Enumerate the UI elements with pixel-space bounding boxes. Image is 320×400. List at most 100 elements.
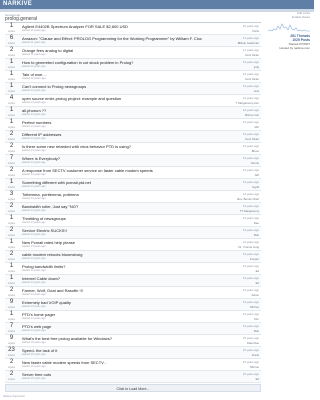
thread-row[interactable]: 2 replies Farmer, Wolf, Goat and Rasoftn !…: [5, 287, 261, 299]
thread-subject[interactable]: Where is Everybody?: [22, 156, 202, 161]
thread-subject[interactable]: Speed- the lack of it: [22, 348, 202, 353]
reply-count: 7: [9, 323, 14, 329]
thread-row[interactable]: 2 replies Different IP addresses started 14…: [5, 131, 261, 143]
thread-row[interactable]: 1 replies Prolog bandwidth limits? started …: [5, 263, 261, 275]
replies-label: replies: [7, 210, 16, 213]
thread-subject[interactable]: New Pcmail rated help please: [22, 240, 202, 245]
thread-row[interactable]: 3 replies Tottemma, porttemma, pottmma star…: [5, 191, 261, 203]
thread-started: started 14 years ago: [22, 113, 46, 116]
thread-subject[interactable]: Farmer, Wolf, Goat and Rasoftn !!!: [22, 288, 202, 293]
group-stats: 281 Threads 1025 Posts Started 07/2007 H…: [262, 34, 310, 50]
thread-subject[interactable]: PTD's web page: [22, 324, 202, 329]
reply-count: 1: [9, 275, 14, 281]
thread-last-post: 14 years ago: [242, 312, 259, 316]
thread-row[interactable]: 1 replies Agilent E4402B Spectrum Analyzer…: [5, 23, 261, 35]
thread-row[interactable]: 7 replies Where is Everybody? started 14 ye…: [5, 155, 261, 167]
thread-author: Kent Sinan: [245, 53, 259, 57]
reply-count: 3: [9, 191, 14, 197]
thread-subject[interactable]: Is there some new retarded with virus be…: [22, 144, 202, 149]
thread-subject[interactable]: New faster cable modem speeds from SECTV…: [22, 360, 202, 365]
thread-row[interactable]: 9 replies What's the best free prolog avai…: [5, 335, 261, 347]
thread-subject[interactable]: open source embr-prolog project: example…: [22, 96, 202, 101]
replies-label: replies: [7, 126, 16, 129]
thread-row[interactable]: 2 replies cable modem reboots bloomsburg st…: [5, 251, 261, 263]
thread-started: started 14 years ago: [22, 185, 46, 188]
reply-count: 2: [9, 167, 14, 173]
thread-subject[interactable]: Internet Cable down?: [22, 276, 202, 281]
thread-started: started 14 years ago: [22, 125, 46, 128]
thread-row[interactable]: 1 replies Something different with pcmail.…: [5, 179, 261, 191]
load-more-button[interactable]: Click to Load More...: [5, 384, 261, 392]
thread-last-post: 14 years ago: [242, 240, 259, 244]
thread-row[interactable]: 2 replies Is there some new retarded with …: [5, 143, 261, 155]
thread-subject[interactable]: Extremely bad VOIP quality: [22, 300, 202, 305]
site-header: NARKIVE: [0, 0, 314, 9]
thread-last-post: 14 years ago: [242, 276, 259, 280]
thread-author: Kim: [254, 317, 259, 321]
thread-row[interactable]: 2 replies Server time outs started 15 years…: [5, 371, 261, 383]
thread-row[interactable]: 1 replies Throttling of newsgroups started …: [5, 215, 261, 227]
thread-row[interactable]: 1 replies Internet Cable down? started 14 y…: [5, 275, 261, 287]
reply-count: 1: [9, 119, 14, 125]
thread-subject[interactable]: Server time outs: [22, 372, 202, 377]
thread-row[interactable]: 2 replies A response from SECTV customer s…: [5, 167, 261, 179]
thread-started: started 14 years ago: [22, 221, 46, 224]
thread-row[interactable]: 7 replies PTD's web page started 14 years a…: [5, 323, 261, 335]
enable-dates-link[interactable]: Enable Dates: [262, 15, 310, 19]
thread-last-post: 13 years ago: [242, 72, 259, 76]
thread-row[interactable]: 1 replies Perfect numbers started 14 years …: [5, 119, 261, 131]
thread-subject[interactable]: Can't connect to Prolog newsgroups: [22, 84, 202, 89]
reply-count: 7: [9, 155, 14, 161]
thread-subject[interactable]: What's the best free prolog available fo…: [22, 336, 202, 341]
thread-subject[interactable]: How to genereted configuration in cut st…: [22, 60, 202, 65]
site-logo[interactable]: NARKIVE: [3, 0, 32, 9]
thread-row[interactable]: 2 replies New faster cable modem speeds fr…: [5, 359, 261, 371]
reply-count: 2: [9, 227, 14, 233]
replies-label: replies: [7, 294, 16, 297]
thread-subject[interactable]: A response from SECTV customer service o…: [22, 168, 202, 173]
thread-row[interactable]: 4 replies open source embr-prolog project:…: [5, 95, 261, 107]
thread-subject[interactable]: Bandwidth roller, Just say "NO"!: [22, 204, 202, 209]
thread-author: Rev. Bernie Chief: [237, 197, 259, 201]
thread-last-post: 14 years ago: [242, 204, 259, 208]
thread-subject[interactable]: Perfect numbers: [22, 120, 202, 125]
thread-last-post: 14 years ago: [242, 180, 259, 184]
thread-subject[interactable]: Different IP addresses: [22, 132, 202, 137]
thread-author: Mizzou: [250, 305, 259, 309]
thread-row[interactable]: 1 replies all.phorum ?? started 14 years ag…: [5, 107, 261, 119]
thread-row[interactable]: 1 replies Can't connect to Prolog newsgrou…: [5, 83, 261, 95]
thread-row[interactable]: 2 replies Orange fires analog to digital st…: [5, 47, 261, 59]
replies-label: replies: [7, 54, 16, 57]
thread-subject[interactable]: cable modem reboots bloomsburg: [22, 252, 202, 257]
thread-started: started 14 years ago: [22, 209, 46, 212]
thread-subject[interactable]: PTD's home pager: [22, 312, 202, 317]
thread-subject[interactable]: Tale of woe....: [22, 72, 202, 77]
replies-label: replies: [7, 66, 16, 69]
thread-row[interactable]: 1 replies How to genereted configuration i…: [5, 59, 261, 71]
thread-author: Ingrid: [252, 185, 259, 189]
thread-last-post: 14 years ago: [242, 120, 259, 124]
thread-last-post: 14 years ago: [242, 216, 259, 220]
replies-label: replies: [7, 138, 16, 141]
thread-author: T Margaroony.com: [235, 101, 259, 105]
thread-author: Dee: [253, 221, 259, 225]
thread-subject[interactable]: Throttling of newsgroups: [22, 216, 202, 221]
thread-row[interactable]: 2 replies Bandwidth roller, Just say "NO"!…: [5, 203, 261, 215]
thread-subject[interactable]: Prolog bandwidth limits?: [22, 264, 202, 269]
thread-subject[interactable]: Something different with pcmail.ptd.net: [22, 180, 202, 185]
thread-started: started 14 years ago: [22, 281, 46, 284]
thread-last-post: 14 years ago: [242, 96, 259, 100]
thread-subject[interactable]: Amazon: "Clause and Effect: PROLOG Progr…: [22, 36, 202, 41]
thread-row[interactable]: 9 replies Extremely bad VOIP quality starte…: [5, 299, 261, 311]
thread-row[interactable]: 23 replies Speed- the lack of it started 15…: [5, 347, 261, 359]
thread-subject[interactable]: Orange fires analog to digital: [22, 48, 202, 53]
thread-subject[interactable]: all.phorum ??: [22, 108, 202, 113]
thread-row[interactable]: 1 replies PTD's home pager started 14 years…: [5, 311, 261, 323]
thread-row[interactable]: 6 replies Amazon: "Clause and Effect: PROL…: [5, 35, 261, 47]
thread-subject[interactable]: Service Electric SUCKS!!: [22, 228, 202, 233]
thread-subject[interactable]: Tottemma, porttemma, pottmma: [22, 192, 202, 197]
thread-row[interactable]: 1 replies New Pcmail rated help please star…: [5, 239, 261, 251]
thread-row[interactable]: 1 replies Tale of woe.... started 13 years …: [5, 71, 261, 83]
thread-row[interactable]: 2 replies Service Electric SUCKS!! started …: [5, 227, 261, 239]
thread-subject[interactable]: Agilent E4402B Spectrum Analyzer FOR SAL…: [22, 24, 202, 29]
